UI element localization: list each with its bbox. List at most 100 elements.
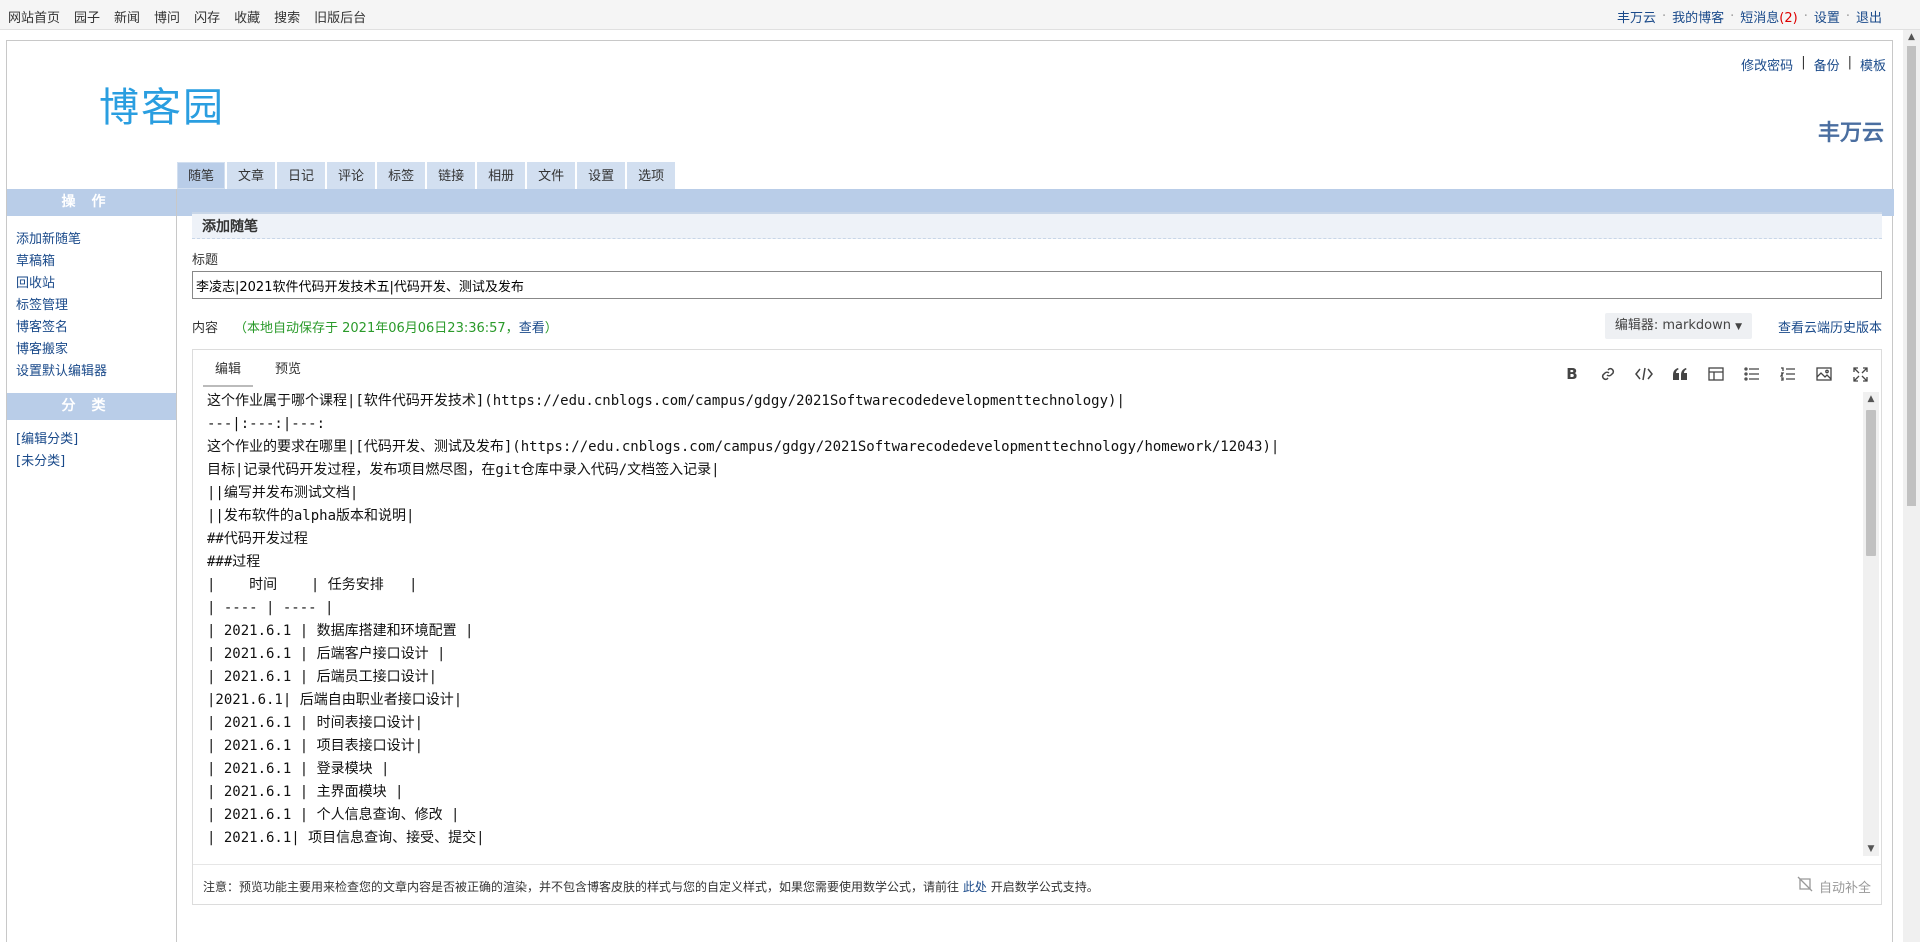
editor-toolbar: B: [1561, 363, 1871, 385]
settings-link[interactable]: 设置: [1814, 7, 1840, 26]
editor-line: | 2021.6.1 | 后端客户接口设计 |: [207, 646, 446, 662]
user-links: 丰万云 · 我的博客 · 短消息(2) · 设置 · 退出: [1617, 7, 1882, 26]
page-scrollbar[interactable]: ▲: [1903, 30, 1920, 942]
sidebar-item-recycle-bin[interactable]: 回收站: [16, 273, 176, 295]
editor-footer: 注意：预览功能主要用来检查您的文章内容是否被正确的渲染，并不包含博客皮肤的样式与…: [193, 864, 1881, 904]
tab-tags[interactable]: 标签: [377, 162, 426, 189]
autosave-text: （本地自动保存于 2021年06月06日23:36:57，: [234, 321, 519, 336]
backup-link[interactable]: 备份: [1814, 55, 1840, 74]
nav-flash-link[interactable]: 闪存: [194, 7, 220, 26]
editor-scroll-thumb[interactable]: [1866, 410, 1876, 556]
nav-search-link[interactable]: 搜索: [274, 7, 300, 26]
table-icon[interactable]: [1705, 363, 1727, 385]
bold-icon[interactable]: B: [1561, 363, 1583, 385]
editor-type-dropdown[interactable]: 编辑器: markdown ▼: [1604, 313, 1752, 339]
sidebar-item-tag-management[interactable]: 标签管理: [16, 295, 176, 317]
link-icon[interactable]: [1597, 363, 1619, 385]
editor-tab-preview[interactable]: 预览: [263, 359, 313, 387]
editor-line: | 时间 | 任务安排 |: [207, 577, 418, 593]
separator: |: [1847, 55, 1852, 70]
editor-line: ###过程: [207, 554, 261, 570]
notice-text: 注意：预览功能主要用来检查您的文章内容是否被正确的渲染，并不包含博客皮肤的样式与…: [203, 880, 960, 894]
sidebar-item-blog-signature[interactable]: 博客签名: [16, 317, 176, 339]
nav-garden-link[interactable]: 园子: [74, 7, 100, 26]
messages-count-badge: (2): [1779, 11, 1798, 26]
sidebar-item-default-editor[interactable]: 设置默认编辑器: [16, 361, 176, 383]
my-blog-link[interactable]: 我的博客: [1672, 7, 1724, 26]
sidebar-item-blog-migration[interactable]: 博客搬家: [16, 339, 176, 361]
editor-line: ##代码开发过程: [207, 531, 308, 547]
tab-articles[interactable]: 文章: [227, 162, 276, 189]
separator: ·: [1845, 9, 1850, 24]
tab-settings[interactable]: 设置: [577, 162, 626, 189]
separator: ·: [1803, 9, 1808, 24]
tab-comments[interactable]: 评论: [327, 162, 376, 189]
nav-favorites-link[interactable]: 收藏: [234, 7, 260, 26]
editor-scrollbar[interactable]: ▲ ▼: [1863, 392, 1879, 856]
math-support-link[interactable]: 此处: [963, 880, 987, 894]
page-scroll-thumb[interactable]: [1907, 46, 1916, 506]
tab-albums[interactable]: 相册: [477, 162, 526, 189]
content-header-row: 内容 （本地自动保存于 2021年06月06日23:36:57，查看） 编辑器:…: [192, 313, 1882, 339]
messages-link[interactable]: 短消息(2): [1740, 7, 1797, 26]
code-icon[interactable]: [1633, 363, 1655, 385]
autocomplete-toggle[interactable]: 自动补全: [1797, 876, 1871, 896]
autosave-close: ）: [544, 321, 558, 336]
title-input[interactable]: [192, 271, 1882, 299]
title-label: 标题: [192, 253, 219, 268]
nav-old-admin-link[interactable]: 旧版后台: [314, 7, 366, 26]
autosave-view-link[interactable]: 查看: [519, 321, 545, 336]
preview-notice: 注意：预览功能主要用来检查您的文章内容是否被正确的渲染，并不包含博客皮肤的样式与…: [203, 878, 1099, 895]
user-name-link[interactable]: 丰万云: [1617, 7, 1656, 26]
editor-line: | 2021.6.1 | 主界面模块 |: [207, 784, 404, 800]
logo-text: 博客园: [99, 85, 225, 131]
quote-icon[interactable]: [1669, 363, 1691, 385]
sidebar-categories-list: [编辑分类] [未分类]: [7, 420, 176, 473]
cnblogs-logo[interactable]: 博客园: [99, 75, 249, 131]
tab-diary[interactable]: 日记: [277, 162, 326, 189]
content-label: 内容: [192, 321, 219, 336]
editor-line: ||发布软件的alpha版本和说明|: [207, 508, 415, 524]
sidebar-item-uncategorized[interactable]: [未分类]: [16, 451, 176, 473]
editor-tab-edit[interactable]: 编辑: [203, 359, 254, 387]
cloud-history-link[interactable]: 查看云端历史版本: [1778, 317, 1882, 336]
tab-links[interactable]: 链接: [427, 162, 476, 189]
sidebar-item-edit-categories[interactable]: [编辑分类]: [16, 429, 176, 451]
editor-line: | ---- | ---- |: [207, 600, 334, 616]
markdown-editor: 编辑 预览 B 这个作业属于哪个课程|[软件代码开发技术](https://ed…: [192, 349, 1882, 905]
messages-label: 短消息: [1740, 11, 1780, 26]
sidebar-item-add-post[interactable]: 添加新随笔: [16, 229, 176, 251]
notice-tail: 开启数学公式支持。: [990, 880, 1099, 894]
nav-home-link[interactable]: 网站首页: [8, 7, 60, 26]
editor-line: |2021.6.1| 后端自由职业者接口设计|: [207, 692, 463, 708]
tab-options[interactable]: 选项: [627, 162, 676, 189]
header-links: 修改密码 | 备份 | 模板: [1741, 55, 1886, 74]
tab-posts[interactable]: 随笔: [177, 162, 226, 189]
editor-line: | 2021.6.1 | 个人信息查询、修改 |: [207, 807, 460, 823]
unordered-list-icon[interactable]: [1741, 363, 1763, 385]
blog-owner-name[interactable]: 丰万云: [1818, 115, 1884, 147]
fullscreen-icon[interactable]: [1849, 363, 1871, 385]
editor-line: ---|:---:|---:: [207, 416, 326, 432]
sidebar-ops-list: 添加新随笔 草稿箱 回收站 标签管理 博客签名 博客搬家 设置默认编辑器: [7, 216, 176, 383]
scroll-down-icon[interactable]: ▼: [1863, 842, 1879, 856]
tab-files[interactable]: 文件: [527, 162, 576, 189]
ordered-list-icon[interactable]: [1777, 363, 1799, 385]
section-title: 添加随笔: [192, 212, 1882, 239]
editor-line: | 2021.6.1 | 项目表接口设计|: [207, 738, 424, 754]
nav-qa-link[interactable]: 博问: [154, 7, 180, 26]
separator: ·: [1661, 9, 1667, 24]
template-link[interactable]: 模板: [1860, 55, 1886, 74]
image-icon[interactable]: [1813, 363, 1835, 385]
editor-line: 目标|记录代码开发过程，发布项目燃尽图，在git仓库中录入代码/文档签入记录|: [207, 462, 720, 478]
editor-line: | 2021.6.1 | 后端员工接口设计|: [207, 669, 438, 685]
page-scroll-up-icon[interactable]: ▲: [1903, 30, 1920, 44]
nav-news-link[interactable]: 新闻: [114, 7, 140, 26]
scroll-up-icon[interactable]: ▲: [1863, 392, 1879, 406]
autocomplete-label: 自动补全: [1818, 880, 1871, 896]
sidebar-item-drafts[interactable]: 草稿箱: [16, 251, 176, 273]
change-password-link[interactable]: 修改密码: [1741, 55, 1793, 74]
markdown-textarea[interactable]: 这个作业属于哪个课程|[软件代码开发技术](https://edu.cnblog…: [203, 390, 1863, 850]
editor-type-value: 编辑器: markdown: [1614, 318, 1731, 333]
logout-link[interactable]: 退出: [1856, 7, 1882, 26]
